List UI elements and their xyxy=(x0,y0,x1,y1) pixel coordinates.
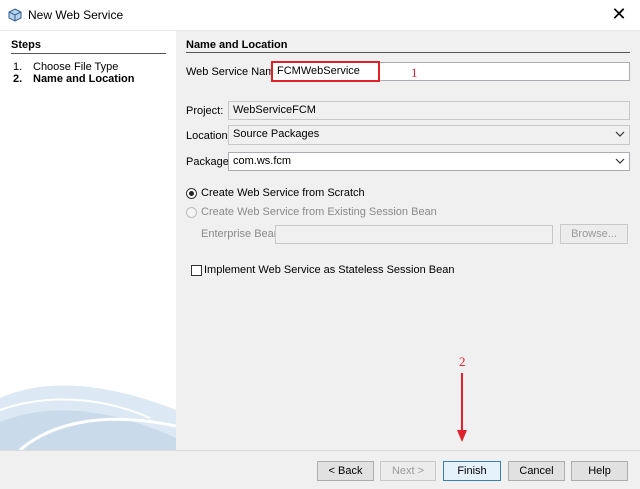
enterprise-bean-label: Enterprise Bean: xyxy=(201,228,283,240)
footer-divider xyxy=(0,450,640,451)
package-combo[interactable]: com.ws.fcm xyxy=(228,152,630,171)
help-button[interactable]: Help xyxy=(571,461,628,481)
chevron-down-icon xyxy=(615,131,625,137)
step-item-name-and-location: 2. Name and Location xyxy=(13,73,134,85)
finish-button[interactable]: Finish xyxy=(443,461,501,481)
project-field: WebServiceFCM xyxy=(228,101,630,120)
step-number: 2. xyxy=(13,73,23,85)
back-button[interactable]: < Back xyxy=(317,461,374,481)
steps-title: Steps xyxy=(11,39,41,51)
close-icon[interactable]: ✕ xyxy=(608,4,630,26)
steps-panel: Steps 1. Choose File Type 2. Name and Loca… xyxy=(0,31,177,450)
annotation-highlight-box xyxy=(271,61,380,82)
annotation-label-1: 1 xyxy=(411,65,418,80)
create-from-scratch-radio[interactable] xyxy=(186,188,197,199)
radio-selected-dot xyxy=(189,191,194,196)
name-and-location-panel: Name and Location Web Service Name: FCMW… xyxy=(176,31,640,450)
netbeans-cube-icon xyxy=(8,8,22,22)
section-title: Name and Location xyxy=(186,39,288,51)
chevron-down-icon xyxy=(615,158,625,164)
window-title: New Web Service xyxy=(28,8,124,22)
enterprise-bean-input[interactable] xyxy=(275,225,553,244)
stateless-session-bean-checkbox[interactable] xyxy=(191,265,202,276)
package-label: Package: xyxy=(186,156,232,168)
stateless-session-bean-label[interactable]: Implement Web Service as Stateless Sessi… xyxy=(204,264,454,276)
section-divider xyxy=(186,52,630,53)
annotation-arrow-icon xyxy=(457,373,467,442)
create-from-scratch-label[interactable]: Create Web Service from Scratch xyxy=(201,187,365,199)
project-label: Project: xyxy=(186,105,224,117)
next-button[interactable]: Next > xyxy=(380,461,436,481)
location-label: Location: xyxy=(186,130,231,142)
steps-divider xyxy=(11,53,166,54)
browse-button[interactable]: Browse... xyxy=(560,224,628,244)
create-from-session-bean-label[interactable]: Create Web Service from Existing Session… xyxy=(201,206,437,218)
step-label: Name and Location xyxy=(33,73,135,85)
location-select[interactable]: Source Packages xyxy=(228,125,630,145)
decorative-swoosh-graphic xyxy=(0,385,176,450)
title-bar: New Web Service ✕ xyxy=(0,0,640,31)
annotation-label-2: 2 xyxy=(459,354,466,369)
create-from-session-bean-radio[interactable] xyxy=(186,207,197,218)
package-value: com.ws.fcm xyxy=(233,155,292,167)
location-value: Source Packages xyxy=(233,128,320,140)
step-number: 1. xyxy=(13,61,23,73)
web-service-name-label: Web Service Name: xyxy=(186,66,284,78)
cancel-button[interactable]: Cancel xyxy=(508,461,565,481)
step-item-choose-file-type: 1. Choose File Type xyxy=(13,61,118,73)
step-label: Choose File Type xyxy=(33,61,119,73)
